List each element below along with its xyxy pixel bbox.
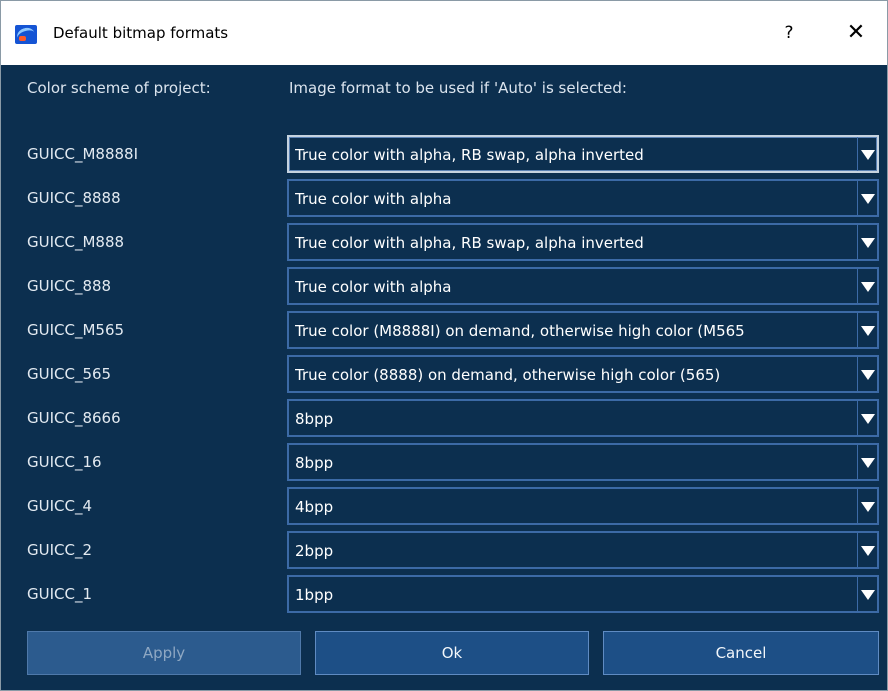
format-row: GUICC_888 True color with alpha [1, 264, 887, 308]
color-scheme-label: GUICC_8666 [27, 409, 121, 427]
image-format-select[interactable]: True color with alpha, RB swap, alpha in… [287, 223, 879, 261]
image-format-value: 2bpp [295, 542, 334, 560]
format-row: GUICC_16 8bpp [1, 440, 887, 484]
apply-button[interactable]: Apply [27, 631, 301, 675]
image-format-value: True color with alpha [295, 190, 452, 208]
dropdown-arrow-icon[interactable] [857, 269, 877, 303]
color-scheme-label: GUICC_2 [27, 541, 93, 559]
window-title: Default bitmap formats [53, 24, 229, 42]
image-format-value: True color with alpha [295, 278, 452, 296]
image-format-value: True color with alpha, RB swap, alpha in… [295, 146, 644, 164]
image-format-value: True color (M8888I) on demand, otherwise… [295, 322, 745, 340]
dropdown-arrow-icon[interactable] [857, 313, 877, 347]
image-format-value: 8bpp [295, 410, 334, 428]
dropdown-arrow-icon[interactable] [857, 401, 877, 435]
color-scheme-label: GUICC_8888 [27, 189, 121, 207]
dropdown-arrow-icon[interactable] [857, 533, 877, 567]
color-scheme-label: GUICC_565 [27, 365, 112, 383]
color-scheme-header: Color scheme of project: [27, 79, 211, 97]
button-bar: Apply Ok Cancel [1, 631, 887, 677]
format-row: GUICC_1 1bpp [1, 572, 887, 616]
format-row: GUICC_4 4bpp [1, 484, 887, 528]
image-format-select[interactable]: 8bpp [287, 443, 879, 481]
color-scheme-label: GUICC_M8888I [27, 145, 139, 163]
app-logo-icon [15, 25, 37, 44]
format-row: GUICC_8888 True color with alpha [1, 176, 887, 220]
format-row: GUICC_M8888I True color with alpha, RB s… [1, 132, 887, 176]
dropdown-arrow-icon[interactable] [857, 577, 877, 611]
image-format-select[interactable]: True color with alpha, RB swap, alpha in… [287, 135, 879, 173]
dropdown-arrow-icon[interactable] [857, 445, 877, 479]
color-scheme-label: GUICC_4 [27, 497, 93, 515]
dropdown-arrow-icon[interactable] [857, 489, 877, 523]
image-format-value: True color (8888) on demand, otherwise h… [295, 366, 721, 384]
image-format-header: Image format to be used if 'Auto' is sel… [289, 79, 627, 97]
image-format-value: 8bpp [295, 454, 334, 472]
image-format-value: True color with alpha, RB swap, alpha in… [295, 234, 644, 252]
color-scheme-label: GUICC_M888 [27, 233, 125, 251]
image-format-select[interactable]: True color with alpha [287, 179, 879, 217]
image-format-value: 4bpp [295, 498, 334, 516]
format-row: GUICC_2 2bpp [1, 528, 887, 572]
image-format-select[interactable]: True color (M8888I) on demand, otherwise… [287, 311, 879, 349]
color-scheme-label: GUICC_888 [27, 277, 112, 295]
image-format-select[interactable]: 2bpp [287, 531, 879, 569]
dropdown-arrow-icon[interactable] [857, 225, 877, 259]
image-format-select[interactable]: True color with alpha [287, 267, 879, 305]
format-rows: GUICC_M8888I True color with alpha, RB s… [1, 132, 887, 616]
color-scheme-label: GUICC_1 [27, 585, 93, 603]
image-format-value: 1bpp [295, 586, 334, 604]
dropdown-arrow-icon[interactable] [857, 137, 877, 171]
format-row: GUICC_565 True color (8888) on demand, o… [1, 352, 887, 396]
ok-button[interactable]: Ok [315, 631, 589, 675]
image-format-select[interactable]: 8bpp [287, 399, 879, 437]
format-row: GUICC_M888 True color with alpha, RB swa… [1, 220, 887, 264]
image-format-select[interactable]: 4bpp [287, 487, 879, 525]
title-bar[interactable]: Default bitmap formats ? ✕ [1, 1, 887, 65]
dropdown-arrow-icon[interactable] [857, 181, 877, 215]
image-format-select[interactable]: 1bpp [287, 575, 879, 613]
color-scheme-label: GUICC_M565 [27, 321, 125, 339]
format-row: GUICC_8666 8bpp [1, 396, 887, 440]
close-button[interactable]: ✕ [833, 17, 879, 49]
color-scheme-label: GUICC_16 [27, 453, 102, 471]
help-button[interactable]: ? [769, 17, 809, 49]
format-row: GUICC_M565 True color (M8888I) on demand… [1, 308, 887, 352]
image-format-select[interactable]: True color (8888) on demand, otherwise h… [287, 355, 879, 393]
dropdown-arrow-icon[interactable] [857, 357, 877, 391]
dialog-window: Default bitmap formats ? ✕ Color scheme … [0, 0, 888, 691]
cancel-button[interactable]: Cancel [603, 631, 879, 675]
